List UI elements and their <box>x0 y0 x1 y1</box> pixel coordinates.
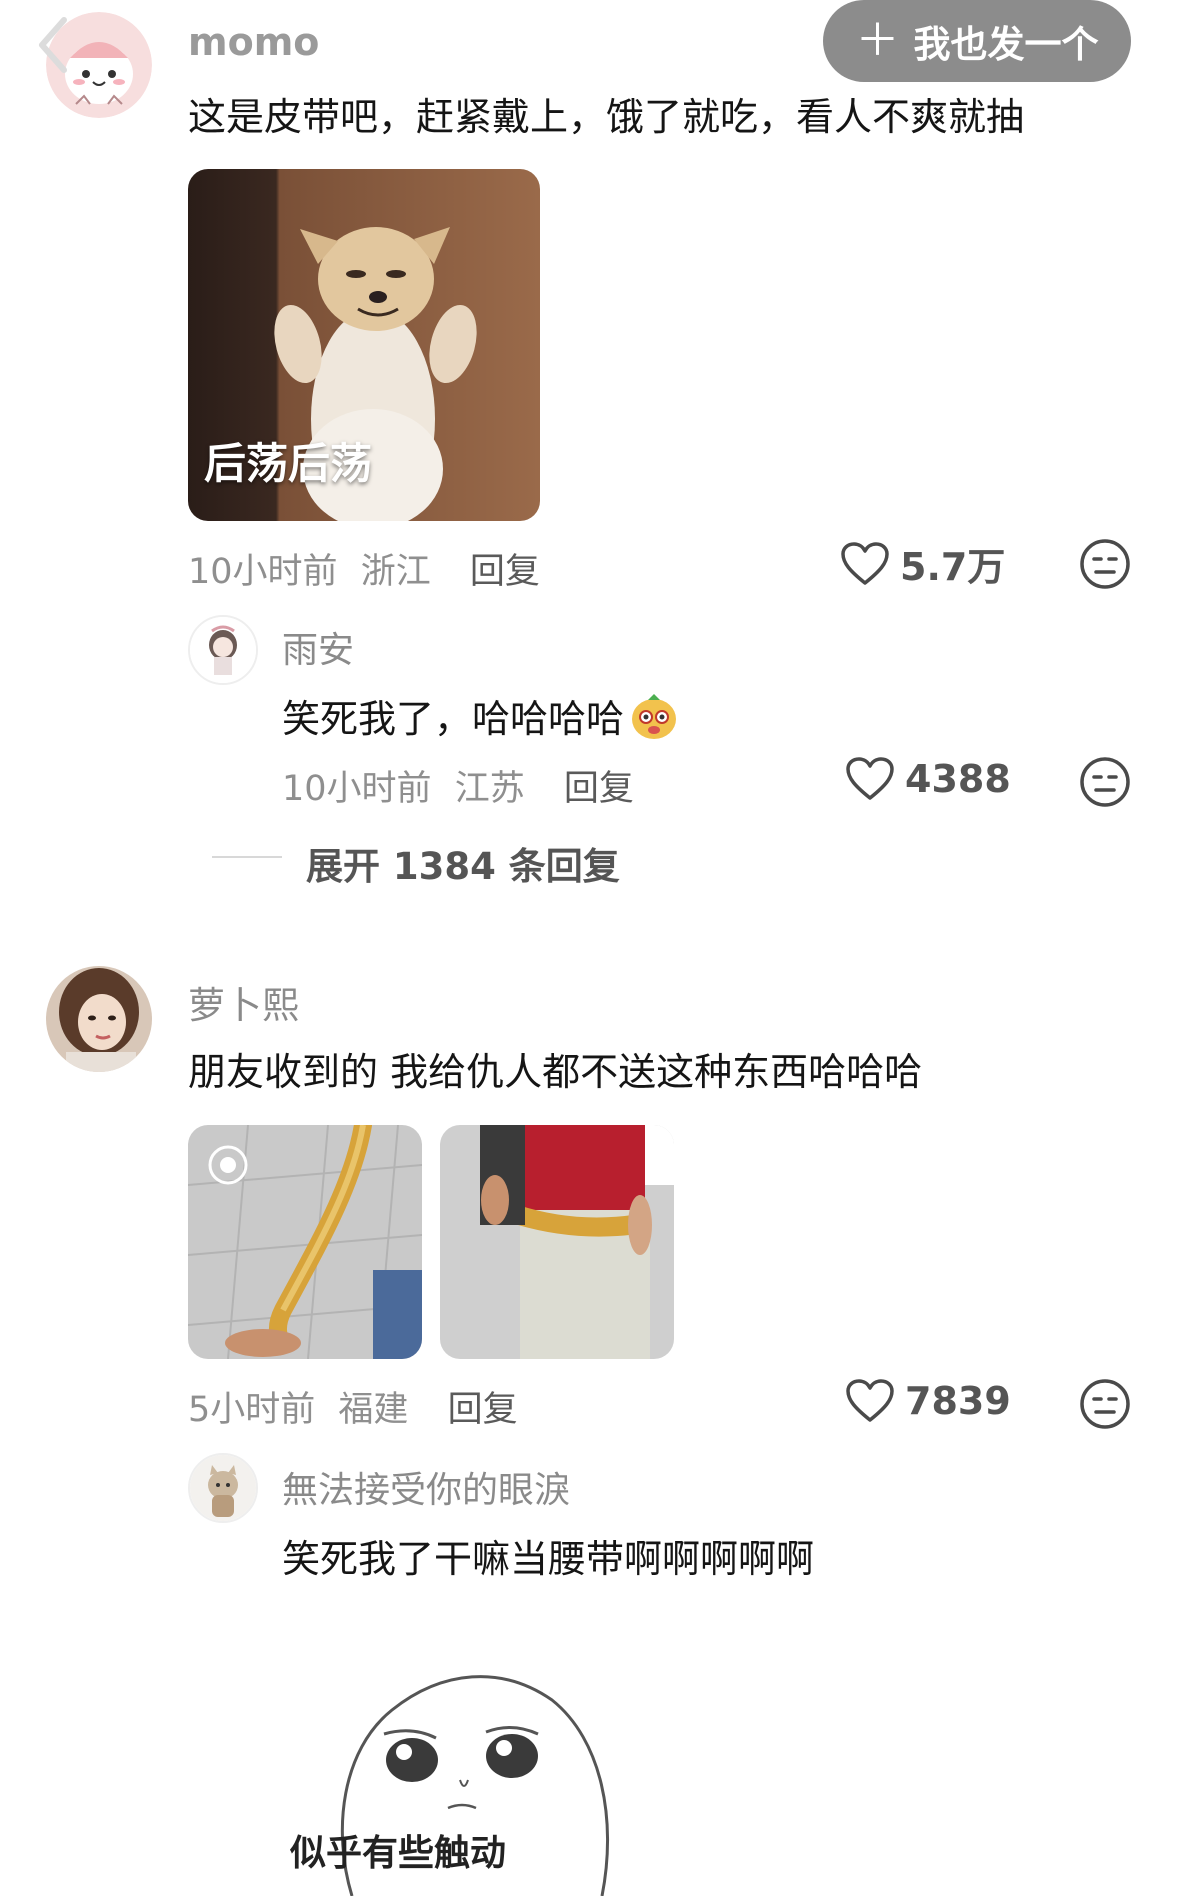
heart-icon <box>846 757 894 800</box>
reply-username[interactable]: 無法接受你的眼淚 <box>282 1461 570 1513</box>
dislike-button[interactable] <box>1079 538 1131 590</box>
comment-meta: 5小时前 福建 回复 <box>188 1381 518 1432</box>
reply-text-content: 笑死我了，哈哈哈哈 <box>282 697 625 741</box>
post-button[interactable]: ＋ 我也发一个 <box>823 0 1131 82</box>
like-count: 7839 <box>905 1379 1011 1423</box>
reply-meta: 10小时前 江苏 回复 <box>282 760 634 811</box>
like-count: 5.7万 <box>900 545 1006 589</box>
dislike-face-icon <box>1080 539 1130 589</box>
avatar-yuan[interactable] <box>188 615 258 685</box>
reply-username[interactable]: 雨安 <box>282 621 354 673</box>
reply-location: 江苏 <box>454 769 525 809</box>
heart-icon <box>841 541 889 585</box>
comment-image-belt-1[interactable] <box>188 1125 422 1359</box>
like-button[interactable]: 7839 <box>845 1378 1011 1424</box>
sticker-face-icon <box>632 693 677 739</box>
image-caption: 后荡后荡 <box>204 439 373 488</box>
reply-dislike-button[interactable] <box>1079 756 1131 808</box>
dislike-face-icon <box>1080 1379 1130 1429</box>
reply-button[interactable]: 回复 <box>470 552 540 592</box>
back-icon <box>39 17 67 73</box>
belt-photo-1 <box>188 1125 422 1359</box>
reply-like-count: 4388 <box>905 757 1011 801</box>
heart-icon <box>846 1379 894 1422</box>
post-button-label: 我也发一个 <box>913 23 1099 66</box>
comment-username[interactable]: 萝卜熙 <box>188 975 299 1029</box>
comment-time: 10小时前 <box>188 552 338 592</box>
reply-button[interactable]: 回复 <box>448 1390 518 1430</box>
comment-text: 朋友收到的 我给仇人都不送这种东西哈哈哈 <box>188 1050 923 1094</box>
dislike-button[interactable] <box>1079 1378 1131 1430</box>
reply-sticker-image[interactable]: 似乎有些触动 <box>272 1630 632 1896</box>
reply-reply-button[interactable]: 回复 <box>564 769 634 809</box>
expand-replies-button[interactable]: 展开 1384 条回复 <box>306 836 620 890</box>
comment-image-belt-2[interactable] <box>440 1125 674 1359</box>
like-button[interactable]: 5.7万 <box>840 536 1005 591</box>
avatar-luobuxi[interactable] <box>46 966 152 1072</box>
comment-meta: 10小时前 浙江 回复 <box>188 543 540 594</box>
sticker-caption: 似乎有些触动 <box>290 1833 507 1874</box>
reply-like-button[interactable]: 4388 <box>845 756 1011 802</box>
back-button[interactable] <box>30 10 80 80</box>
comment-location: 福建 <box>338 1390 409 1430</box>
reply-text: 笑死我了干嘛当腰带啊啊啊啊啊 <box>282 1537 815 1581</box>
avatar-wufa[interactable] <box>188 1453 258 1523</box>
reply-time: 10小时前 <box>282 769 432 809</box>
dislike-face-icon <box>1080 757 1130 807</box>
comment-username[interactable]: momo <box>188 20 319 64</box>
plus-icon: ＋ <box>855 15 900 66</box>
reply-text: 笑死我了，哈哈哈哈 <box>282 688 680 743</box>
expand-divider <box>212 856 282 858</box>
comment-time: 5小时前 <box>188 1390 316 1430</box>
comment-location: 浙江 <box>360 552 431 592</box>
belt-photo-2 <box>440 1125 674 1359</box>
comment-text: 这是皮带吧，赶紧戴上，饿了就吃，看人不爽就抽 <box>188 95 1025 139</box>
comment-image-dog[interactable]: 后荡后荡 <box>188 169 540 521</box>
